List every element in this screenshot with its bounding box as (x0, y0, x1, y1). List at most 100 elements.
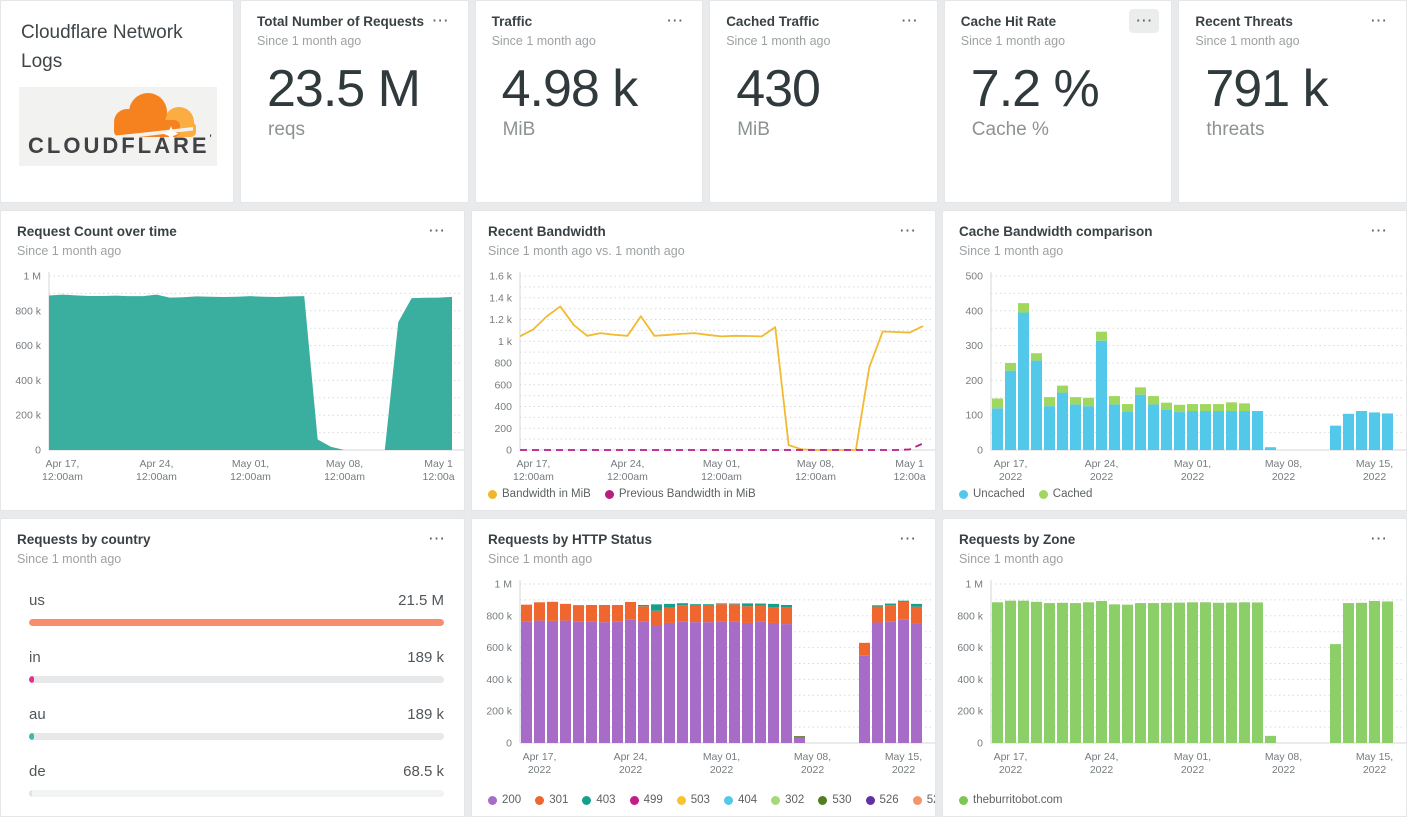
legend-dot-icon (582, 795, 592, 805)
legend-item[interactable]: 404 (723, 794, 757, 806)
bar-segment (1005, 370, 1016, 450)
legend-item[interactable]: 301 (535, 794, 568, 806)
panel-menu-button[interactable]: ⋯ (426, 9, 456, 33)
bar-segment (1200, 410, 1211, 450)
cache-bandwidth-chart: 0 100 200 300 400 500 Apr 17, 2022 Apr 24, 2022 Ma… (943, 262, 1406, 507)
legend-dot-icon (629, 795, 639, 805)
country-bar-fill (29, 789, 32, 797)
bar-segment (1265, 447, 1276, 450)
bar-segment (1109, 395, 1120, 405)
legend-item[interactable]: theburritobot.com (959, 794, 1063, 806)
panel-subtitle: Since 1 month ago (17, 243, 122, 258)
legend-item[interactable]: 503 (676, 794, 710, 806)
panel-subtitle: Since 1 month ago vs. 1 month ago (488, 243, 685, 258)
svg-text:Apr 24,2022: Apr 24, 2022 (1085, 751, 1119, 776)
panel-subtitle: Since 1 month ago (959, 243, 1064, 258)
legend-item[interactable]: Cached (1038, 488, 1092, 500)
bar-segment (1122, 604, 1133, 743)
panel-menu-button[interactable]: ⋯ (1364, 219, 1394, 243)
bar-segment (1044, 602, 1055, 743)
legend-item[interactable]: Previous Bandwidth in MiB (604, 488, 756, 500)
svg-text:600 k: 600 k (957, 642, 983, 654)
zone-svg: 0 200 k 400 k 600 k 800 k 1 M Apr 17, 2022 Apr 2… (957, 578, 1406, 776)
legend-item-label: 301 (549, 794, 569, 806)
svg-text:Apr 17,12:00am: Apr 17, 12:00am (42, 458, 83, 483)
svg-text:Apr 17,12:00am: Apr 17, 12:00am (513, 458, 554, 483)
area-series (49, 294, 452, 450)
legend-item[interactable]: 302 (771, 794, 804, 806)
svg-text:May 08,12:00am: May 08, 12:00am (324, 458, 365, 483)
bar-segment (625, 619, 636, 743)
panel-menu-button[interactable]: ⋯ (895, 9, 925, 33)
legend-item-label: Previous Bandwidth in MiB (618, 488, 756, 500)
dashboard: Cloudflare Network Logs CLOUDFLARE' Tota… (0, 0, 1407, 817)
legend-dot-icon (604, 489, 614, 499)
cloudflare-wordmark: CLOUDFLARE' (28, 132, 212, 158)
panel-menu-button[interactable]: ⋯ (422, 527, 452, 551)
legend-item-label: 526 (879, 794, 899, 806)
bar-segment (729, 603, 740, 605)
panel-title: Cache Hit Rate (960, 14, 1057, 29)
bar-segment (729, 621, 740, 743)
bar-segment (1096, 600, 1107, 743)
bar-segment (638, 621, 649, 743)
country-row: de 68.5 k (29, 763, 444, 797)
bar-segment (1083, 397, 1094, 407)
bar-segment (716, 603, 727, 605)
panel-menu-button[interactable]: ⋯ (893, 527, 923, 551)
panel-menu-button[interactable]: ⋯ (1129, 9, 1160, 33)
svg-text:May 08,2022: May 08, 2022 (1265, 751, 1302, 776)
bar-segment (1135, 394, 1146, 450)
legend-item[interactable]: 200 (488, 794, 521, 806)
panel-menu-button[interactable]: ⋯ (1364, 9, 1394, 33)
bar-segment (885, 605, 896, 622)
cache_bandwidth-svg: 0 100 200 300 400 500 Apr 17, 2022 Apr 24, 2022 Ma… (965, 270, 1406, 483)
bar-segment (1226, 602, 1237, 743)
bar-segment (1330, 425, 1341, 450)
legend-item[interactable]: 499 (629, 794, 663, 806)
country-bar-track (29, 789, 444, 797)
bar-segment (1018, 600, 1029, 743)
chart-row-2: Requests by country Since 1 month ago ⋯ … (0, 518, 1407, 817)
panel-menu-button[interactable]: ⋯ (422, 219, 452, 243)
panel-menu-button[interactable]: ⋯ (660, 9, 690, 33)
legend-item[interactable]: Uncached (959, 488, 1025, 500)
legend-item[interactable]: 530 (818, 794, 852, 806)
bar-segment (1343, 602, 1354, 743)
bar-segment (1213, 602, 1224, 743)
country-bar-track (29, 732, 444, 740)
bar-segment (1252, 602, 1263, 743)
legend-item[interactable]: 524 (912, 794, 935, 806)
bar-segment (992, 398, 1003, 409)
bar-segment (872, 622, 883, 743)
recent-bandwidth-chart: 0 200 400 600 800 1 k 1.2 k 1.4 k 1.6 k Apr 17, 12… (472, 262, 935, 507)
panel-subtitle: Since 1 month ago (960, 33, 1066, 48)
legend-item[interactable]: 403 (582, 794, 616, 806)
bar-segment (651, 604, 662, 611)
bar-segment (1369, 412, 1380, 450)
bar-segment (1083, 602, 1094, 743)
bar-segment (677, 621, 688, 743)
bar-segment (885, 621, 896, 743)
country-row: in 189 k (29, 649, 444, 683)
bar-segment (755, 603, 766, 606)
panel-menu-button[interactable]: ⋯ (893, 219, 923, 243)
legend-item[interactable]: 526 (865, 794, 899, 806)
bar-segment (992, 408, 1003, 450)
svg-text:Apr 17,2022: Apr 17, 2022 (994, 751, 1028, 776)
legend-item[interactable]: Bandwidth in MiB (488, 488, 591, 500)
svg-text:800: 800 (494, 357, 512, 369)
svg-text:600 k: 600 k (15, 340, 41, 352)
panel-menu-button[interactable]: ⋯ (1364, 527, 1394, 551)
bar-segment (677, 603, 688, 606)
svg-text:1 M: 1 M (494, 578, 512, 590)
bar-segment (703, 604, 714, 623)
bar-segment (638, 604, 649, 607)
bar-segment (911, 606, 922, 624)
panel-subtitle: Since 1 month ago (491, 33, 596, 48)
panel-title: Request Count over time (17, 224, 177, 239)
bar-segment (794, 737, 805, 743)
svg-text:May 01,2022: May 01, 2022 (703, 751, 740, 776)
bar-segment (1174, 602, 1185, 743)
panel-subtitle: Since 1 month ago (959, 551, 1064, 566)
